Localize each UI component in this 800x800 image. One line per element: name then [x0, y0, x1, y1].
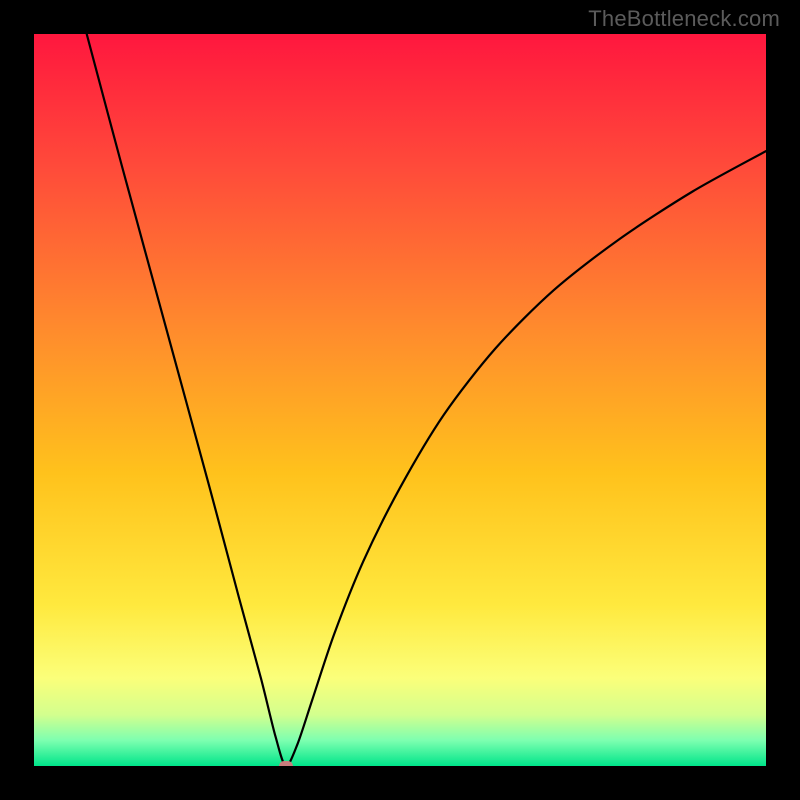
- chart-stage: TheBottleneck.com: [0, 0, 800, 800]
- bottleneck-curve: [34, 34, 766, 766]
- watermark-text: TheBottleneck.com: [588, 6, 780, 32]
- optimal-point-marker: [279, 761, 293, 766]
- plot-area: [34, 34, 766, 766]
